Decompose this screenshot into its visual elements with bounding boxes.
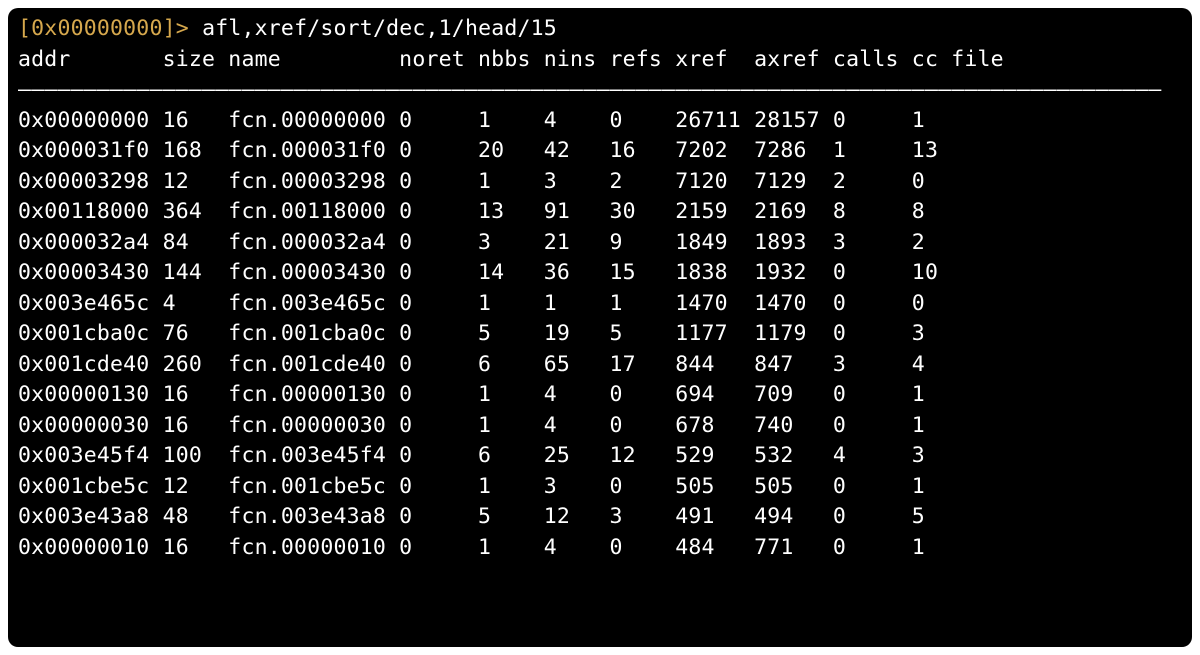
table-body: 0x00000000 16 fcn.00000000 0 1 4 0 26711… — [18, 106, 1182, 564]
table-row: 0x00118000 364 fcn.00118000 0 13 91 30 2… — [18, 197, 1182, 228]
prompt-rbracket: ] — [163, 16, 176, 41]
table-row: 0x00000000 16 fcn.00000000 0 1 4 0 26711… — [18, 106, 1182, 137]
table-row: 0x000031f0 168 fcn.000031f0 0 20 42 16 7… — [18, 136, 1182, 167]
separator-line: ――――――――――――――――――――――――――――――――――――――――… — [18, 75, 1182, 106]
table-row: 0x001cbe5c 12 fcn.001cbe5c 0 1 3 0 505 5… — [18, 472, 1182, 503]
prompt-line[interactable]: [0x00000000]> afl,xref/sort/dec,1/head/1… — [18, 14, 1182, 45]
prompt-address: 0x00000000 — [31, 16, 162, 41]
column-headers: addr size name noret nbbs nins refs xref… — [18, 45, 1182, 76]
table-row: 0x00000010 16 fcn.00000010 0 1 4 0 484 7… — [18, 533, 1182, 564]
command-text: afl,xref/sort/dec,1/head/15 — [189, 16, 557, 41]
terminal-window[interactable]: [0x00000000]> afl,xref/sort/dec,1/head/1… — [8, 8, 1192, 647]
table-row: 0x000032a4 84 fcn.000032a4 0 3 21 9 1849… — [18, 228, 1182, 259]
table-row: 0x00003430 144 fcn.00003430 0 14 36 15 1… — [18, 258, 1182, 289]
table-row: 0x00000030 16 fcn.00000030 0 1 4 0 678 7… — [18, 411, 1182, 442]
table-row: 0x00000130 16 fcn.00000130 0 1 4 0 694 7… — [18, 380, 1182, 411]
table-row: 0x001cde40 260 fcn.001cde40 0 6 65 17 84… — [18, 350, 1182, 381]
prompt-lbracket: [ — [18, 16, 31, 41]
table-row: 0x00003298 12 fcn.00003298 0 1 3 2 7120 … — [18, 167, 1182, 198]
table-row: 0x003e45f4 100 fcn.003e45f4 0 6 25 12 52… — [18, 441, 1182, 472]
prompt-gt: > — [176, 16, 189, 41]
table-row: 0x001cba0c 76 fcn.001cba0c 0 5 19 5 1177… — [18, 319, 1182, 350]
table-row: 0x003e465c 4 fcn.003e465c 0 1 1 1 1470 1… — [18, 289, 1182, 320]
table-row: 0x003e43a8 48 fcn.003e43a8 0 5 12 3 491 … — [18, 502, 1182, 533]
